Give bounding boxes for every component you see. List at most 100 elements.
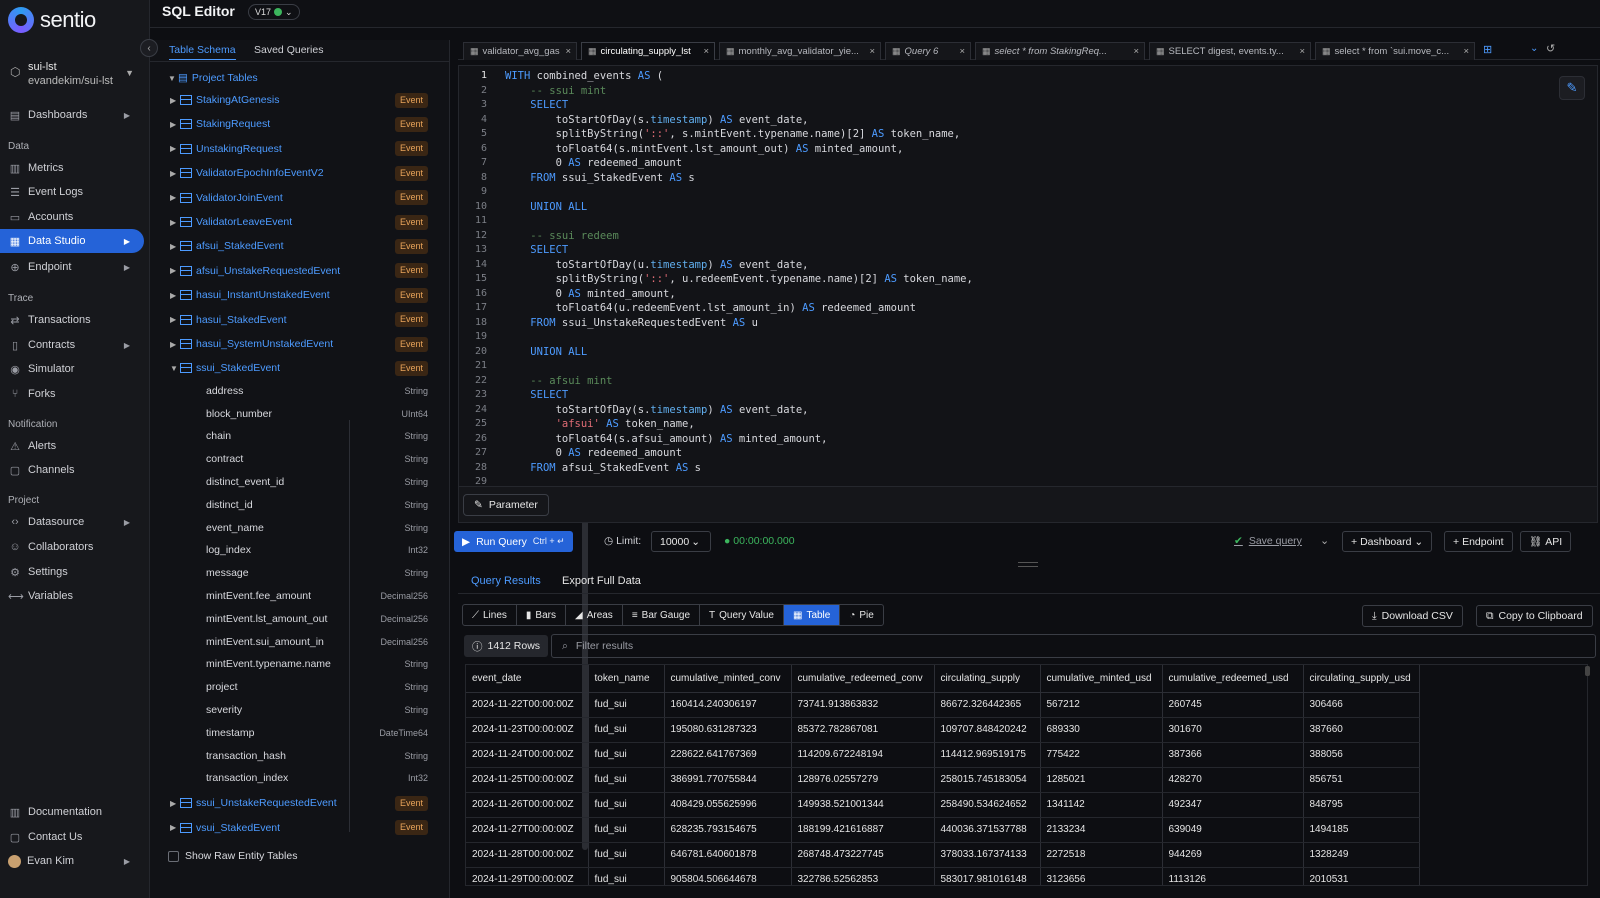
- nav-user[interactable]: Evan Kim ▶: [0, 849, 144, 873]
- column-header[interactable]: circulating_supply: [934, 665, 1041, 693]
- nav-documentation[interactable]: ▥ Documentation: [0, 800, 144, 824]
- save-query-link[interactable]: ✔ Save query: [1234, 535, 1302, 547]
- field-row[interactable]: event_name String: [206, 518, 428, 538]
- project-selector[interactable]: ⬡ sui-lst evandekim/sui-lst ▼: [8, 60, 138, 90]
- table-row[interactable]: ▶ ssui_UnstakeRequestedEvent Event: [170, 793, 428, 813]
- field-row[interactable]: address String: [206, 381, 428, 401]
- viz-lines-button[interactable]: ⟋ Lines: [463, 605, 517, 625]
- code-editor[interactable]: 1 2 3 4 5 6 7 8 9 10 11 12 13 14 15 16 17 18 19 20 21 22 23 24 2…: [458, 65, 1598, 487]
- field-row[interactable]: project String: [206, 677, 428, 697]
- table-row[interactable]: ▶ ValidatorLeaveEvent Event: [170, 212, 428, 232]
- show-raw-tables-toggle[interactable]: Show Raw Entity Tables: [168, 850, 297, 862]
- table-row[interactable]: ▼ ssui_StakedEvent Event: [170, 358, 428, 378]
- close-icon[interactable]: ×: [1133, 46, 1139, 57]
- parameter-button[interactable]: ✎ Parameter: [463, 494, 549, 516]
- query-tab[interactable]: ▦ select * from `sui.move_c... ×: [1315, 42, 1475, 60]
- ai-assist-button[interactable]: ✎: [1559, 76, 1585, 100]
- query-tab[interactable]: ▦ monthly_avg_validator_yie... ×: [719, 42, 881, 60]
- chevron-down-icon[interactable]: ▼: [168, 74, 178, 83]
- field-row[interactable]: contract String: [206, 449, 428, 469]
- viz-query-value-button[interactable]: T Query Value: [700, 605, 784, 625]
- table-row[interactable]: ▶ vsui_StakedEvent Event: [170, 818, 428, 838]
- field-row[interactable]: timestamp DateTime64: [206, 723, 428, 743]
- tab-export-full-data[interactable]: Export Full Data: [562, 575, 641, 587]
- column-header[interactable]: token_name: [588, 665, 665, 693]
- field-row[interactable]: severity String: [206, 700, 428, 720]
- nav-metrics[interactable]: ▥ Metrics: [0, 156, 144, 180]
- chevron-down-icon[interactable]: ⌄: [1530, 43, 1538, 54]
- chevron-right-icon[interactable]: ▶: [170, 218, 180, 227]
- table-row[interactable]: ▶ ValidatorJoinEvent Event: [170, 188, 428, 208]
- new-tab-icon[interactable]: ⊞: [1483, 43, 1492, 56]
- tab-table-schema[interactable]: Table Schema: [169, 44, 236, 60]
- table-row[interactable]: ▶ hasui_StakedEvent Event: [170, 310, 428, 330]
- chevron-right-icon[interactable]: ▶: [170, 799, 180, 808]
- close-icon[interactable]: ×: [703, 46, 709, 57]
- chevron-right-icon[interactable]: ▶: [170, 169, 180, 178]
- run-query-button[interactable]: ▶ Run Query Ctrl + ↵: [454, 531, 573, 552]
- column-header[interactable]: circulating_supply_usd: [1303, 665, 1420, 693]
- field-row[interactable]: mintEvent.typename.name String: [206, 654, 428, 674]
- chevron-right-icon[interactable]: ▶: [170, 823, 180, 832]
- nav-endpoint[interactable]: ⊕ Endpoint ▶: [0, 255, 144, 279]
- project-tables-root[interactable]: ▼ ▤ Project Tables: [168, 68, 426, 88]
- table-row[interactable]: 2024-11-25T00:00:00Z fud_sui 386991.770755…: [466, 767, 1420, 793]
- nav-channels[interactable]: ▢ Channels: [0, 458, 144, 482]
- viz-table-button[interactable]: ▦ Table: [783, 605, 841, 625]
- nav-data-studio[interactable]: ▦ Data Studio ▶: [0, 229, 144, 253]
- column-header[interactable]: cumulative_redeemed_usd: [1162, 665, 1304, 693]
- close-icon[interactable]: ×: [1299, 46, 1305, 57]
- column-header[interactable]: cumulative_minted_conv: [664, 665, 792, 693]
- table-row[interactable]: ▶ afsui_UnstakeRequestedEvent Event: [170, 261, 428, 281]
- field-row[interactable]: distinct_id String: [206, 495, 428, 515]
- resize-handle[interactable]: [1018, 562, 1038, 567]
- checkbox[interactable]: [168, 850, 179, 862]
- endpoint-button[interactable]: + Endpoint: [1444, 531, 1513, 552]
- query-tab-active[interactable]: ▦ circulating_supply_lst ×: [581, 42, 715, 60]
- query-tab[interactable]: ▦ select * from StakingReq... ×: [975, 42, 1145, 60]
- filter-input[interactable]: [575, 640, 1476, 652]
- close-icon[interactable]: ×: [1463, 46, 1469, 57]
- tab-query-results[interactable]: Query Results: [471, 575, 541, 587]
- field-row[interactable]: mintEvent.lst_amount_out Decimal256: [206, 609, 428, 629]
- chevron-right-icon[interactable]: ▶: [170, 291, 180, 300]
- table-row[interactable]: ▶ ValidatorEpochInfoEventV2 Event: [170, 163, 428, 183]
- table-row[interactable]: ▶ StakingRequest Event: [170, 114, 428, 134]
- download-csv-button[interactable]: ⤓ Download CSV: [1362, 605, 1463, 627]
- chevron-right-icon[interactable]: ▶: [170, 144, 180, 153]
- table-scrollbar[interactable]: [1585, 666, 1590, 676]
- viz-areas-button[interactable]: ◢ Areas: [566, 605, 623, 625]
- table-row[interactable]: 2024-11-24T00:00:00Z fud_sui 228622.641767…: [466, 742, 1420, 768]
- nav-contracts[interactable]: ▯ Contracts ▶: [0, 333, 144, 357]
- viz-bar-gauge-button[interactable]: ≡ Bar Gauge: [623, 605, 701, 625]
- nav-contact-us[interactable]: ▢ Contact Us: [0, 825, 144, 849]
- field-row[interactable]: transaction_index Int32: [206, 768, 428, 788]
- field-row[interactable]: message String: [206, 563, 428, 583]
- tab-saved-queries[interactable]: Saved Queries: [254, 44, 323, 56]
- chevron-down-icon[interactable]: ⌄: [1320, 534, 1329, 547]
- column-header[interactable]: cumulative_redeemed_conv: [791, 665, 935, 693]
- chevron-right-icon[interactable]: ▶: [170, 120, 180, 129]
- table-row[interactable]: ▶ hasui_InstantUnstakedEvent Event: [170, 285, 428, 305]
- table-row[interactable]: ▶ hasui_SystemUnstakedEvent Event: [170, 334, 428, 354]
- table-row[interactable]: 2024-11-27T00:00:00Z fud_sui 628235.793154…: [466, 817, 1420, 843]
- table-row[interactable]: 2024-11-22T00:00:00Z fud_sui 160414.240306…: [466, 692, 1420, 718]
- collapse-sidebar-button[interactable]: ‹: [140, 39, 158, 57]
- viz-pie-button[interactable]: ◔ Pie: [840, 605, 883, 625]
- field-row[interactable]: transaction_hash String: [206, 746, 428, 766]
- nav-datasource[interactable]: ‹› Datasource ▶: [0, 510, 144, 534]
- field-row[interactable]: block_number UInt64: [206, 404, 428, 424]
- chevron-right-icon[interactable]: ▶: [170, 193, 180, 202]
- sentio-logo[interactable]: sentio: [8, 6, 96, 34]
- table-row[interactable]: ▶ StakingAtGenesis Event: [170, 90, 428, 110]
- nav-transactions[interactable]: ⇄ Transactions: [0, 308, 144, 332]
- table-row[interactable]: 2024-11-28T00:00:00Z fud_sui 646781.640601…: [466, 842, 1420, 868]
- nav-settings[interactable]: ⚙ Settings: [0, 560, 144, 584]
- table-row[interactable]: ▶ UnstakingRequest Event: [170, 139, 428, 159]
- field-row[interactable]: chain String: [206, 426, 428, 446]
- chevron-right-icon[interactable]: ▶: [170, 340, 180, 349]
- limit-select[interactable]: 10000 ⌄: [651, 531, 711, 552]
- nav-forks[interactable]: ⑂ Forks: [0, 382, 144, 406]
- table-row[interactable]: 2024-11-29T00:00:00Z fud_sui 905804.506644…: [466, 867, 1420, 885]
- close-icon[interactable]: ×: [565, 46, 571, 57]
